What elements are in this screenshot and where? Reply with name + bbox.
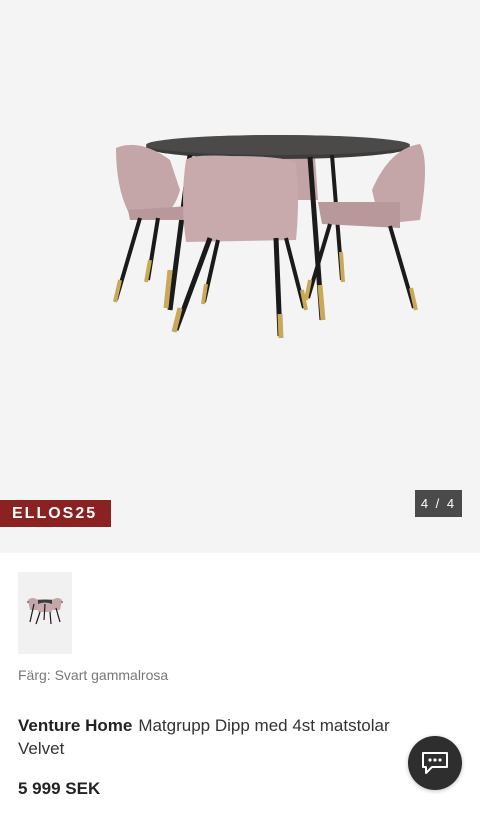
chat-button[interactable] <box>408 736 462 790</box>
promo-code-badge: ELLOS25 <box>0 500 112 527</box>
product-brand[interactable]: Venture Home <box>18 716 132 735</box>
product-title: Venture Home Matgrupp Dipp med 4st matsto… <box>18 714 438 760</box>
thumbnail-image <box>27 598 63 625</box>
chat-bubble-icon <box>422 752 448 774</box>
color-variant-thumbnail[interactable] <box>18 572 72 654</box>
product-price: 5 999 SEK <box>18 779 101 798</box>
product-image <box>113 135 425 339</box>
image-counter: 4 / 4 <box>415 490 462 517</box>
color-label: Färg: Svart gammalrosa <box>18 667 169 683</box>
product-image-gallery[interactable]: ELLOS25 4 / 4 <box>0 0 480 553</box>
